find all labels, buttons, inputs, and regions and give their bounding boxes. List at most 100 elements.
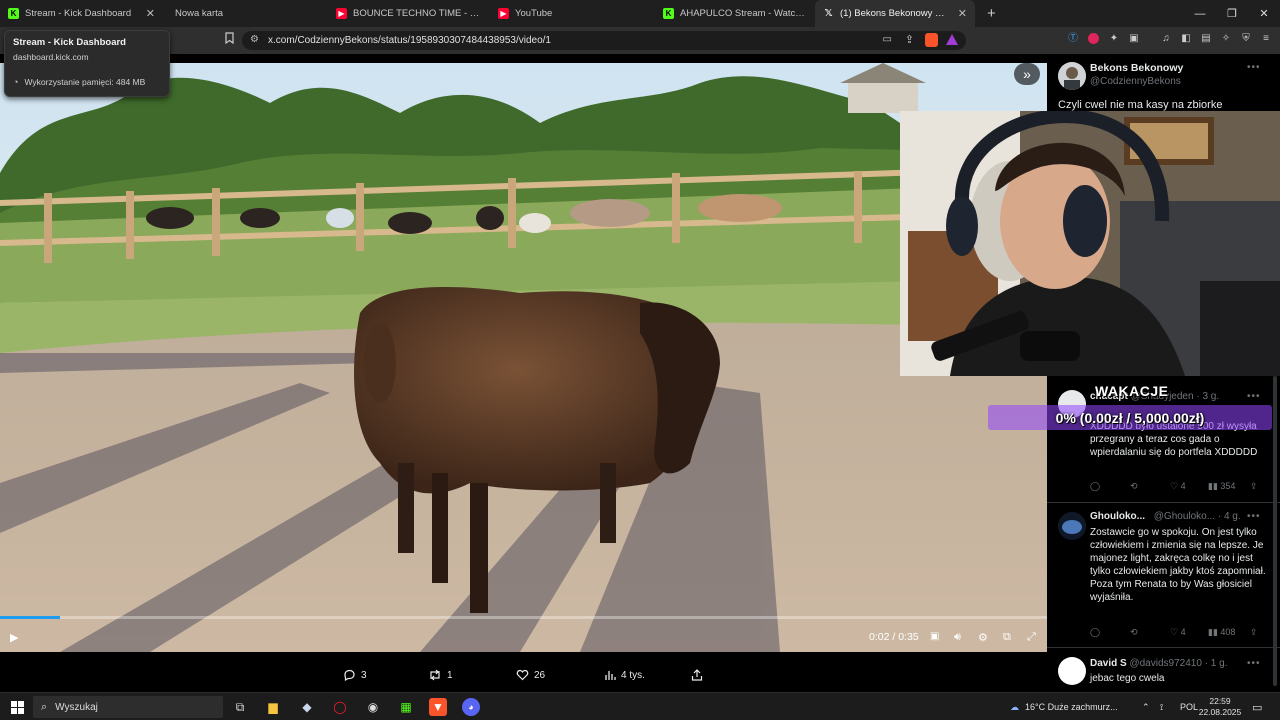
- weather-text: 16°C Duże zachmurz...: [1025, 702, 1118, 712]
- tab-ahapulco[interactable]: K AHAPULCO Stream - Watch Live on K: [655, 0, 815, 27]
- system-clock[interactable]: 22:59 22.08.2025: [1195, 696, 1245, 718]
- leo-icon[interactable]: ✧: [1220, 33, 1232, 45]
- bookmark-icon[interactable]: [224, 32, 235, 47]
- fullscreen-icon[interactable]: ⤢: [1027, 631, 1036, 644]
- search-icon: ⌕: [41, 700, 48, 713]
- progress-fill: [0, 616, 60, 619]
- reply-icon: [344, 669, 355, 681]
- reply-comment-icon[interactable]: ◯: [1090, 481, 1100, 492]
- reply-author-name: Ghouloko...: [1090, 511, 1145, 522]
- goal-progress-bar: 0% (0.00zł / 5,000.00zł): [988, 405, 1272, 430]
- reply-views[interactable]: ▮▮ 408: [1208, 627, 1235, 638]
- views-action[interactable]: 4 tys.: [604, 669, 645, 681]
- window-controls: — ❐ ✕: [1184, 0, 1280, 27]
- address-bar[interactable]: ⚙ x.com/CodziennyBekons/status/195893030…: [242, 31, 966, 50]
- tray-chevron-icon[interactable]: ⌃: [1142, 693, 1150, 720]
- video-player[interactable]: » ▶ 0:02 / 0:35 ▣ 🔊︎ ⚙ ⧉ ⤢: [0, 54, 1047, 688]
- tab-bounce-techno[interactable]: ▶ BOUNCE TECHNO TIME - YouTube: [328, 0, 490, 27]
- task-view-icon[interactable]: ⧉: [231, 698, 249, 716]
- post-author[interactable]: Bekons Bekonowy @CodziennyBekons: [1090, 62, 1183, 87]
- media-icon[interactable]: ♫: [1160, 33, 1172, 45]
- collapse-sidebar-button[interactable]: »: [1014, 63, 1040, 85]
- author-handle: @CodziennyBekons: [1090, 76, 1181, 87]
- heart-icon: [516, 669, 529, 681]
- settings-gear-icon[interactable]: ⚙: [978, 631, 988, 644]
- site-settings-icon[interactable]: ⚙: [250, 34, 259, 45]
- more-icon[interactable]: •••: [1247, 658, 1261, 669]
- windows-start-icon[interactable]: [8, 698, 26, 716]
- taskbar-search[interactable]: ⌕ Wyszukaj: [33, 696, 223, 718]
- screen: K Stream - Kick Dashboard ✕ Nowa karta ▶…: [0, 0, 1280, 720]
- close-tab-icon[interactable]: ✕: [146, 7, 155, 20]
- reply-header: David S @davids972410 · 1 g.: [1090, 658, 1227, 669]
- tab-kick-dashboard[interactable]: K Stream - Kick Dashboard ✕: [0, 0, 163, 27]
- vpn-icon[interactable]: ⛨: [1240, 33, 1252, 45]
- extension-record-icon[interactable]: [1088, 33, 1099, 44]
- volume-icon[interactable]: 🔊︎: [954, 631, 961, 644]
- reply-like-action[interactable]: ♡ 4: [1170, 627, 1186, 638]
- progress-track[interactable]: [0, 616, 1047, 619]
- tab-bekons-active[interactable]: 𝕏 (1) Bekons Bekonowy w serwisie ✕: [815, 0, 975, 27]
- avatar[interactable]: [1058, 62, 1086, 90]
- extension-translate-icon[interactable]: Ⓣ: [1067, 33, 1079, 45]
- share-action[interactable]: [691, 669, 708, 681]
- streamer-webcam: [900, 111, 1280, 376]
- app-icon-2[interactable]: ◉: [364, 698, 382, 716]
- share-icon[interactable]: ⇪: [905, 33, 914, 46]
- hover-card-host: dashboard.kick.com: [13, 52, 89, 62]
- new-tab-button[interactable]: +: [987, 5, 996, 22]
- minimize-icon[interactable]: —: [1184, 0, 1216, 27]
- wallet-icon[interactable]: ▤: [1200, 33, 1212, 45]
- reply-author-name: David S: [1090, 658, 1127, 669]
- app-icon-3[interactable]: ▦: [397, 698, 415, 716]
- brave-shields-icon[interactable]: [925, 33, 938, 47]
- reply-repost-icon[interactable]: ⟲: [1130, 627, 1138, 638]
- cast-icon[interactable]: ▭: [883, 34, 892, 45]
- opera-icon[interactable]: ◯: [331, 698, 349, 716]
- extensions-icon[interactable]: ✦: [1108, 33, 1120, 45]
- x-icon: 𝕏: [824, 8, 833, 19]
- tab-youtube[interactable]: ▶ YouTube: [490, 0, 655, 27]
- avatar[interactable]: [1058, 657, 1086, 685]
- brave-rewards-icon[interactable]: [946, 34, 958, 45]
- brave-icon[interactable]: ▼: [429, 698, 447, 716]
- weather-widget[interactable]: ☁ 16°C Duże zachmurz...: [1010, 693, 1118, 720]
- search-label: Wyszukaj: [55, 701, 98, 713]
- close-tab-icon[interactable]: ✕: [958, 7, 967, 20]
- reply-action[interactable]: 3: [343, 669, 367, 681]
- menu-icon[interactable]: ≡: [1260, 33, 1272, 45]
- tab-strip: K Stream - Kick Dashboard ✕ Nowa karta ▶…: [0, 0, 1280, 27]
- reply-repost-icon[interactable]: ⟲: [1130, 481, 1138, 492]
- extension-box-icon[interactable]: ▣: [1128, 33, 1140, 45]
- more-icon[interactable]: •••: [1247, 511, 1261, 522]
- memory-usage: Wykorzystanie pamięci: 484 MB: [24, 77, 146, 87]
- reply-like-action[interactable]: ♡ 4: [1170, 481, 1186, 492]
- more-icon[interactable]: •••: [1247, 391, 1261, 402]
- notifications-icon[interactable]: ▭: [1252, 693, 1262, 720]
- file-explorer-icon[interactable]: ▆: [264, 698, 282, 716]
- more-icon[interactable]: •••: [1247, 62, 1261, 73]
- reply-comment-icon[interactable]: ◯: [1090, 627, 1100, 638]
- close-window-icon[interactable]: ✕: [1248, 0, 1280, 27]
- picture-in-picture-icon[interactable]: ⧉: [1003, 631, 1011, 644]
- play-button[interactable]: ▶: [10, 631, 18, 644]
- webcam-overlay: [900, 111, 1280, 376]
- repost-action[interactable]: 1: [428, 669, 453, 681]
- avatar[interactable]: [1058, 512, 1086, 540]
- like-action[interactable]: 26: [516, 669, 545, 681]
- discord-icon[interactable]: ◕: [462, 698, 480, 716]
- reply-share-icon[interactable]: ⇪: [1250, 481, 1258, 492]
- navigation-bar: ⚙ x.com/CodziennyBekons/status/195893030…: [0, 27, 1280, 54]
- url-text: x.com/CodziennyBekons/status/19589303074…: [268, 35, 551, 46]
- sidebar-icon[interactable]: ◧: [1180, 33, 1192, 45]
- scrollbar[interactable]: [1273, 376, 1277, 686]
- reply-views[interactable]: ▮▮ 354: [1208, 481, 1235, 492]
- captions-icon[interactable]: ▣: [930, 631, 939, 642]
- reply-share-icon[interactable]: ⇪: [1250, 627, 1258, 638]
- network-icon[interactable]: ⟟: [1160, 693, 1163, 720]
- like-count: 26: [534, 669, 546, 681]
- app-icon-1[interactable]: ◆: [298, 698, 316, 716]
- restore-icon[interactable]: ❐: [1216, 0, 1248, 27]
- tab-new-tab[interactable]: Nowa karta: [163, 0, 328, 27]
- reply-time: · 1 g.: [1204, 658, 1228, 669]
